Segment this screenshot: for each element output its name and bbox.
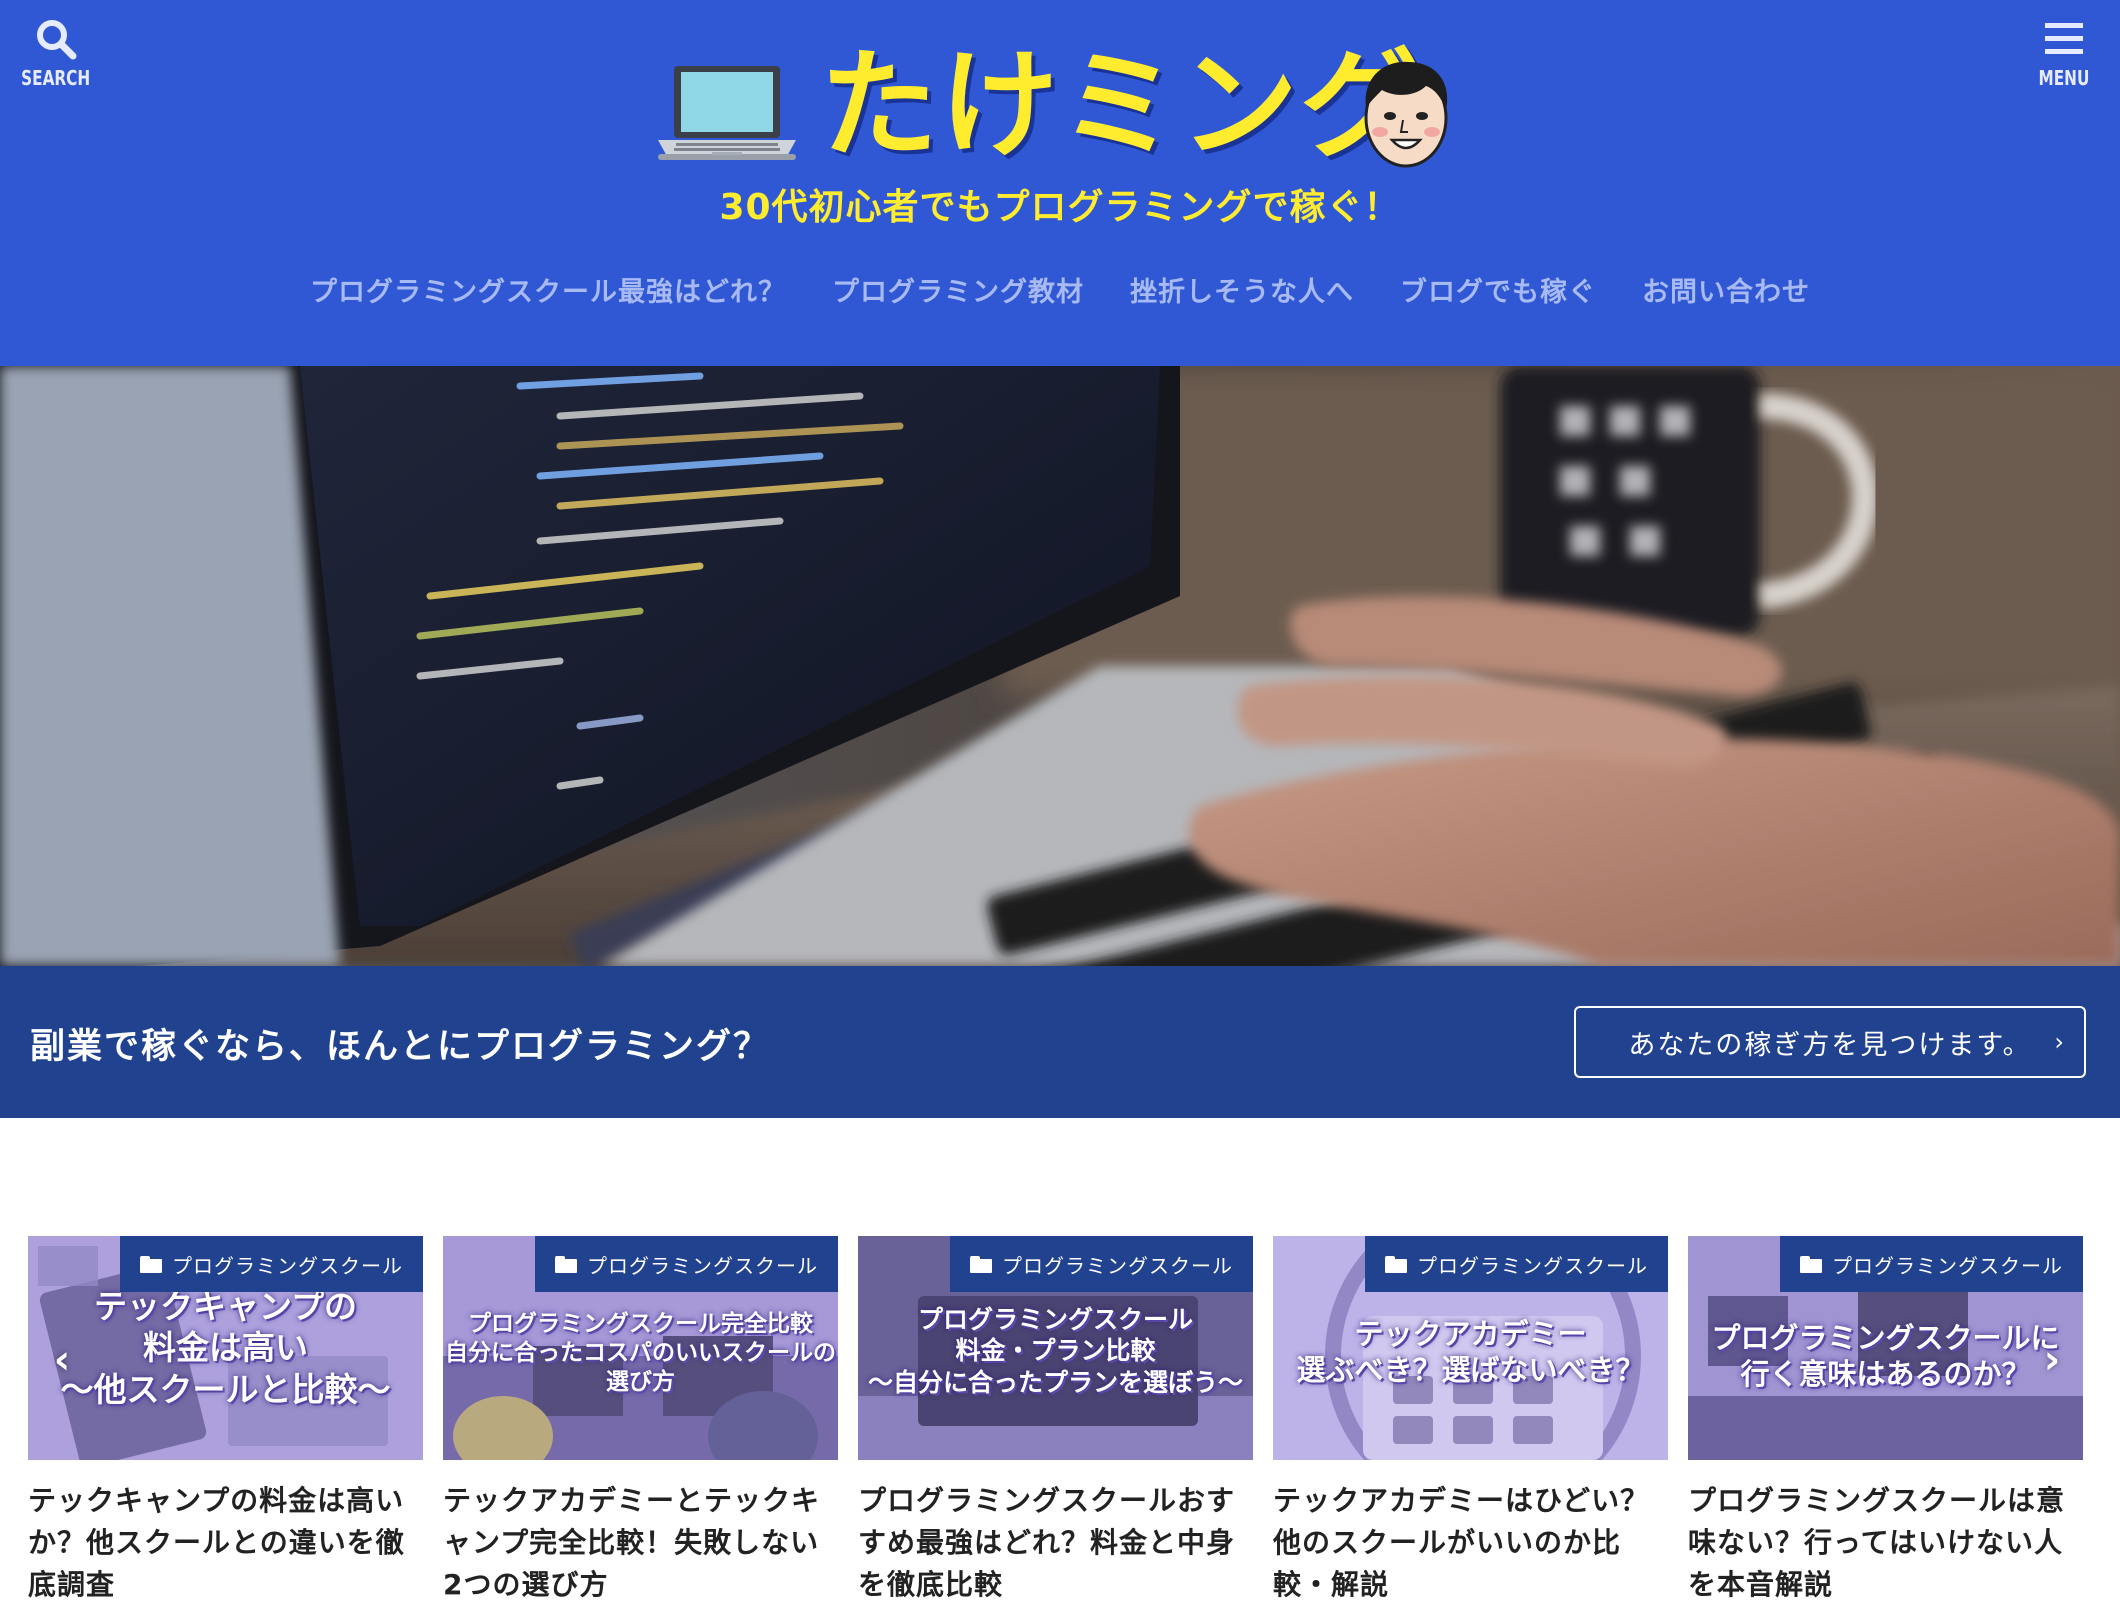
article-card[interactable]: テックキャンプの 料金は高い 〜他スクールと比較〜 プログラミングスクール テッ…: [28, 1236, 423, 1606]
folder-icon: [555, 1255, 577, 1273]
chevron-right-icon: ›: [2043, 1337, 2061, 1383]
nav-item-contact[interactable]: お問い合わせ: [1642, 270, 1810, 309]
article-carousel: テックキャンプの 料金は高い 〜他スクールと比較〜 プログラミングスクール テッ…: [28, 1236, 2092, 1624]
thumbnail-caption: テックアカデミー 選ぶべき？選ばないべき？: [1296, 1317, 1645, 1388]
find-earning-method-button[interactable]: あなたの稼ぎ方を見つけます。 ›: [1574, 1006, 2086, 1078]
thumbnail-caption: プログラミングスクール完全比較 自分に合ったコスパのいいスクールの 選び方: [445, 1311, 836, 1395]
article-title[interactable]: プログラミングスクールは意味ない？行ってはいけない人を本音解説: [1688, 1480, 2083, 1606]
site-header: SEARCH MENU たけミング 30代初心者でもプログラミングで稼ぐ！ プロ…: [0, 0, 2120, 366]
article-thumbnail: テックアカデミー 選ぶべき？選ばないべき？ プログラミングスクール: [1273, 1236, 1668, 1460]
article-card[interactable]: プログラミングスクール 料金・プラン比較 〜自分に合ったプランを選ぼう〜 プログ…: [858, 1236, 1253, 1606]
site-tagline: 30代初心者でもプログラミングで稼ぐ！: [719, 187, 1401, 228]
article-title[interactable]: テックキャンプの料金は高いか？他スクールとの違いを徹底調査: [28, 1480, 423, 1606]
chevron-left-icon: ‹: [53, 1337, 71, 1383]
article-title[interactable]: テックアカデミーはひどい？他のスクールがいいのか比較・解説: [1273, 1480, 1668, 1606]
search-button[interactable]: SEARCH: [16, 18, 96, 98]
thumbnail-caption: プログラミングスクールに 行く意味はあるのか？: [1711, 1321, 2060, 1392]
category-badge[interactable]: プログラミングスクール: [1365, 1236, 1668, 1292]
menu-label: MENU: [2038, 66, 2090, 90]
carousel-next-button[interactable]: ›: [2032, 1337, 2072, 1383]
global-nav: プログラミングスクール最強はどれ？ プログラミング教材 挫折しそうな人へ ブログ…: [0, 270, 2120, 309]
category-badge[interactable]: プログラミングスクール: [1780, 1236, 2083, 1292]
site-title: たけミング: [820, 36, 1421, 174]
thumbnail-caption: プログラミングスクール 料金・プラン比較 〜自分に合ったプランを選ぼう〜: [867, 1305, 1243, 1397]
cta-button-label: あなたの稼ぎ方を見つけます。: [1628, 1029, 2032, 1061]
menu-button[interactable]: MENU: [2024, 18, 2104, 98]
article-thumbnail: プログラミングスクールに 行く意味はあるのか？ プログラミングスクール: [1688, 1236, 2083, 1460]
category-badge[interactable]: プログラミングスクール: [120, 1236, 423, 1292]
nav-item-school-ranking[interactable]: プログラミングスクール最強はどれ？: [310, 270, 786, 309]
article-thumbnail: プログラミングスクール 料金・プラン比較 〜自分に合ったプランを選ぼう〜 プログ…: [858, 1236, 1253, 1460]
cta-heading: 副業で稼ぐなら、ほんとにプログラミング？: [30, 1027, 771, 1067]
hero-image: [0, 366, 2120, 966]
article-card[interactable]: プログラミングスクール完全比較 自分に合ったコスパのいいスクールの 選び方 プロ…: [443, 1236, 838, 1606]
nav-item-struggling[interactable]: 挫折しそうな人へ: [1130, 270, 1354, 309]
hamburger-menu-icon: [2045, 23, 2083, 54]
folder-icon: [1385, 1255, 1407, 1273]
laptop-icon: [658, 66, 796, 160]
article-card[interactable]: テックアカデミー 選ぶべき？選ばないべき？ プログラミングスクール テックアカデ…: [1273, 1236, 1668, 1606]
article-title[interactable]: テックアカデミーとテックキャンプ完全比較！失敗しない2つの選び方: [443, 1480, 838, 1606]
search-label: SEARCH: [21, 66, 91, 90]
nav-item-blog-earning[interactable]: ブログでも稼ぐ: [1400, 270, 1596, 309]
article-thumbnail: プログラミングスクール完全比較 自分に合ったコスパのいいスクールの 選び方 プロ…: [443, 1236, 838, 1460]
thumbnail-caption: テックキャンプの 料金は高い 〜他スクールと比較〜: [60, 1287, 391, 1409]
search-icon: [37, 20, 77, 60]
avatar-face-icon: [1364, 61, 1448, 168]
category-badge[interactable]: プログラミングスクール: [535, 1236, 838, 1292]
nav-item-materials[interactable]: プログラミング教材: [832, 270, 1084, 309]
category-badge[interactable]: プログラミングスクール: [950, 1236, 1253, 1292]
article-card[interactable]: プログラミングスクールに 行く意味はあるのか？ プログラミングスクール プログラ…: [1688, 1236, 2083, 1606]
carousel-prev-button[interactable]: ‹: [42, 1337, 82, 1383]
article-title[interactable]: プログラミングスクールおすすめ最強はどれ？料金と中身を徹底比較: [858, 1480, 1253, 1606]
folder-icon: [140, 1255, 162, 1273]
chevron-right-icon: ›: [2054, 1028, 2066, 1056]
article-thumbnail: テックキャンプの 料金は高い 〜他スクールと比較〜 プログラミングスクール: [28, 1236, 423, 1460]
folder-icon: [970, 1255, 992, 1273]
folder-icon: [1800, 1255, 1822, 1273]
